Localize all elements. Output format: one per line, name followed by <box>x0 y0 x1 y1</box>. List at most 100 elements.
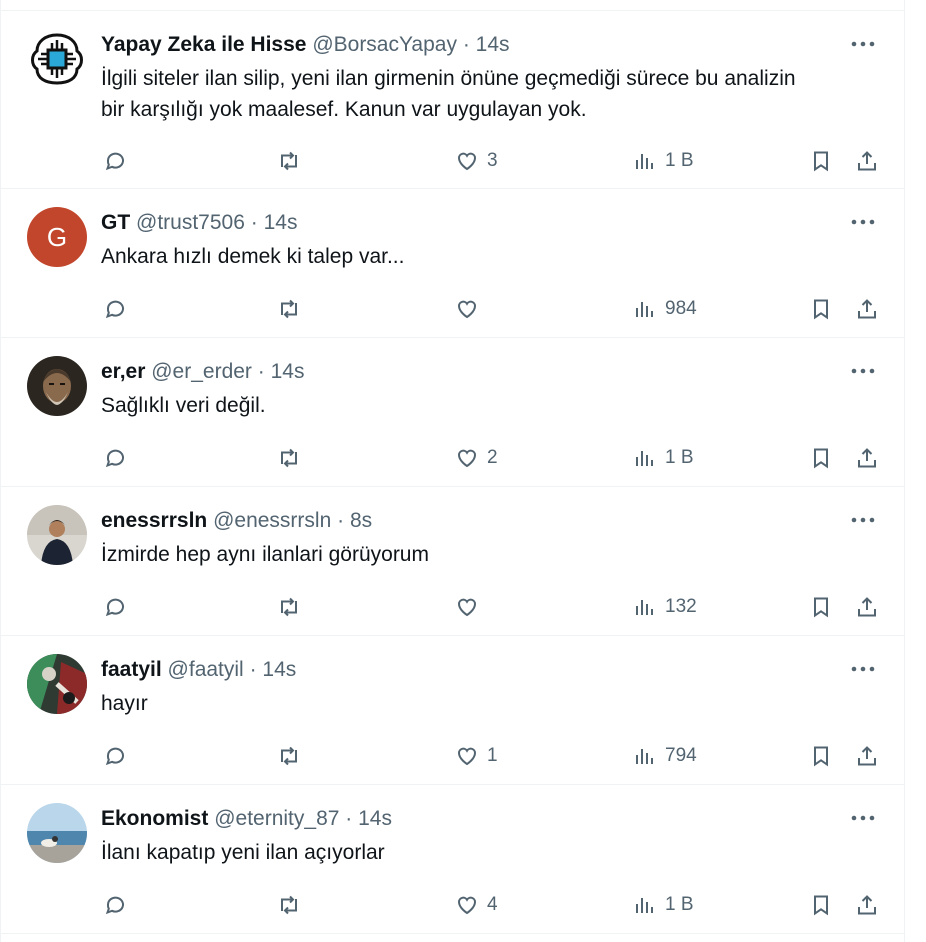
retweet-button[interactable] <box>277 289 301 329</box>
more-options-icon[interactable] <box>848 207 878 237</box>
reply-button[interactable] <box>103 736 127 776</box>
bookmark-button[interactable] <box>809 289 833 329</box>
tweet[interactable]: G GT @trust7506 · 14s Ankara hızlı demek… <box>1 189 904 338</box>
retweet-button[interactable] <box>277 587 301 627</box>
like-button[interactable]: 1 <box>455 736 498 776</box>
views-button[interactable]: 1 B <box>633 438 694 478</box>
sea-avatar-icon <box>27 803 87 863</box>
timestamp[interactable]: 14s <box>264 211 298 234</box>
avatar[interactable] <box>27 356 87 416</box>
tweet-text-line: İzmirde hep aynı ilanlari görüyorum <box>101 543 429 566</box>
tweet-actions: 3 1 B <box>101 141 891 181</box>
reply-button[interactable] <box>103 587 127 627</box>
tweet[interactable]: faatyil @faatyil · 14s hayır 1 794 <box>1 636 904 785</box>
reply-icon <box>105 598 124 617</box>
like-count: 3 <box>487 150 498 171</box>
views-button[interactable]: 794 <box>633 736 697 776</box>
timestamp[interactable]: 14s <box>358 807 392 830</box>
user-handle[interactable]: @er_erder <box>151 360 252 383</box>
user-handle[interactable]: @BorsacYapay <box>312 33 457 56</box>
heart-icon <box>457 152 477 171</box>
tweet-text: Sağlıklı veri değil. <box>101 390 864 421</box>
avatar[interactable] <box>27 654 87 714</box>
views-icon <box>636 154 653 169</box>
views-button[interactable]: 132 <box>633 587 697 627</box>
user-handle[interactable]: @faatyil <box>168 658 244 681</box>
display-name[interactable]: Yapay Zeka ile Hisse <box>101 33 306 56</box>
timestamp[interactable]: 14s <box>271 360 305 383</box>
display-name[interactable]: Ekonomist <box>101 807 208 830</box>
timestamp[interactable]: 8s <box>350 509 372 532</box>
tweet-text-line: Sağlıklı veri değil. <box>101 394 266 417</box>
retweet-button[interactable] <box>277 438 301 478</box>
share-button[interactable] <box>855 141 879 181</box>
heart-icon <box>457 747 477 766</box>
bookmark-button[interactable] <box>809 885 833 925</box>
avatar[interactable]: G <box>27 207 87 267</box>
like-button[interactable]: 3 <box>455 141 498 181</box>
user-handle[interactable]: @enessrrsln <box>213 509 331 532</box>
retweet-button[interactable] <box>277 141 301 181</box>
retweet-button[interactable] <box>277 885 301 925</box>
tweet-actions: 132 <box>101 587 891 627</box>
tweet-header: GT @trust7506 · 14s <box>101 209 297 237</box>
avatar[interactable] <box>27 29 87 89</box>
retweet-icon <box>281 299 297 319</box>
separator: · <box>345 807 353 830</box>
reply-button[interactable] <box>103 438 127 478</box>
bookmark-button[interactable] <box>809 438 833 478</box>
timeline: Yapay Zeka ile Hisse @BorsacYapay · 14s … <box>0 0 905 942</box>
display-name[interactable]: enessrrsln <box>101 509 207 532</box>
avatar[interactable] <box>27 803 87 863</box>
retweet-icon <box>281 448 297 468</box>
user-handle[interactable]: @trust7506 <box>136 211 245 234</box>
share-button[interactable] <box>855 289 879 329</box>
view-count: 132 <box>665 596 697 617</box>
like-button[interactable] <box>455 289 487 329</box>
reply-button[interactable] <box>103 885 127 925</box>
bookmark-button[interactable] <box>809 141 833 181</box>
more-options-icon[interactable] <box>848 29 878 59</box>
reply-button[interactable] <box>103 141 127 181</box>
timestamp[interactable]: 14s <box>476 33 510 56</box>
display-name[interactable]: GT <box>101 211 130 234</box>
user-handle[interactable]: @eternity_87 <box>214 807 339 830</box>
like-button[interactable]: 2 <box>455 438 498 478</box>
tweet[interactable]: er,er @er_erder · 14s Sağlıklı veri deği… <box>1 338 904 487</box>
more-options-icon[interactable] <box>848 505 878 535</box>
view-count: 1 B <box>665 894 694 915</box>
avatar[interactable] <box>27 505 87 565</box>
heart-icon <box>457 300 477 319</box>
retweet-button[interactable] <box>277 736 301 776</box>
share-button[interactable] <box>855 736 879 776</box>
timestamp[interactable]: 14s <box>262 658 296 681</box>
share-button[interactable] <box>855 438 879 478</box>
more-options-icon[interactable] <box>848 803 878 833</box>
tweet-text-line: Ankara hızlı demek ki talep var... <box>101 245 405 268</box>
like-button[interactable] <box>455 587 487 627</box>
bookmark-button[interactable] <box>809 587 833 627</box>
views-button[interactable]: 984 <box>633 289 697 329</box>
tweet-actions: 2 1 B <box>101 438 891 478</box>
display-name[interactable]: faatyil <box>101 658 162 681</box>
tweet[interactable]: Yapay Zeka ile Hisse @BorsacYapay · 14s … <box>1 10 904 189</box>
share-button[interactable] <box>855 587 879 627</box>
retweet-icon <box>281 597 297 617</box>
tweet[interactable]: enessrrsln @enessrrsln · 8s İzmirde hep … <box>1 487 904 636</box>
tweet-header: Yapay Zeka ile Hisse @BorsacYapay · 14s <box>101 31 510 59</box>
reply-button[interactable] <box>103 289 127 329</box>
views-button[interactable]: 1 B <box>633 141 694 181</box>
like-button[interactable]: 4 <box>455 885 498 925</box>
display-name[interactable]: er,er <box>101 360 145 383</box>
view-count: 794 <box>665 745 697 766</box>
views-button[interactable]: 1 B <box>633 885 694 925</box>
bookmark-button[interactable] <box>809 736 833 776</box>
more-options-icon[interactable] <box>848 356 878 386</box>
tweet-header: er,er @er_erder · 14s <box>101 358 304 386</box>
views-icon <box>636 898 653 913</box>
bookmark-icon <box>814 597 828 618</box>
share-button[interactable] <box>855 885 879 925</box>
tweet-header: enessrrsln @enessrrsln · 8s <box>101 507 372 535</box>
more-options-icon[interactable] <box>848 654 878 684</box>
tweet[interactable]: Ekonomist @eternity_87 · 14s İlanı kapat… <box>1 785 904 934</box>
